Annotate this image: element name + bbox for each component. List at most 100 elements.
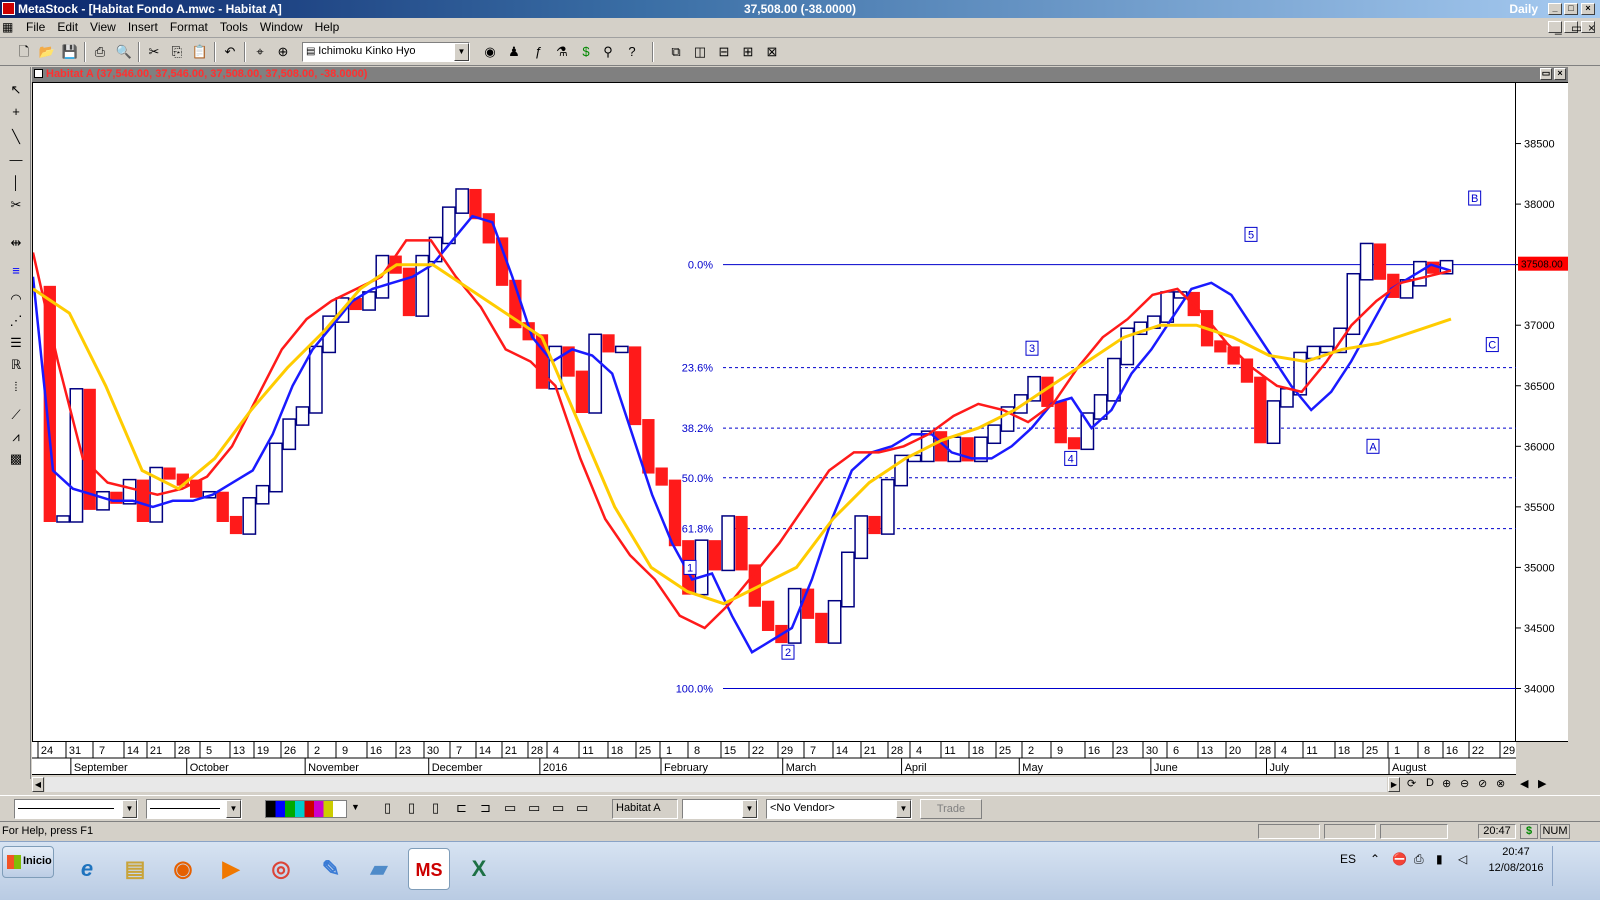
refresh-icon[interactable]: ⟳	[1407, 777, 1416, 790]
price-chart-area[interactable]: 0.0% 23.6% 38.2% 50.0% 61.8% 100.0% 1 2 3 4 5 A B C	[31, 82, 1517, 742]
horizontal-scrollbar[interactable]	[45, 777, 1387, 792]
expert-advisor-icon[interactable]: ♟	[504, 42, 524, 62]
formula-icon[interactable]: ƒ	[528, 42, 548, 62]
maximize-button[interactable]: □	[1564, 3, 1578, 15]
window-medium-icon[interactable]: ▭	[528, 800, 540, 816]
chart-restore-button[interactable]: ▭	[1540, 68, 1552, 80]
chart-close-button[interactable]: ×	[1554, 68, 1566, 80]
network-icon[interactable]: ▮	[1436, 852, 1443, 866]
gann-fan-icon[interactable]: ⩘	[5, 427, 27, 447]
periodicity-d-icon[interactable]: D	[1426, 777, 1434, 789]
tray-expand-icon[interactable]: ⌃	[1370, 852, 1380, 866]
arrange-icon[interactable]: ⊠	[762, 42, 782, 62]
regression-icon[interactable]: ℝ	[5, 355, 27, 375]
clock-time[interactable]: 20:47	[1490, 846, 1542, 858]
start-button[interactable]: Inicio	[2, 846, 54, 878]
cut-icon[interactable]: ✂	[144, 42, 164, 62]
help-pointer-icon[interactable]: ?	[622, 42, 642, 62]
parallel-lines-icon[interactable]: ⇹	[5, 233, 27, 253]
equal-lines-icon[interactable]: ≡	[5, 261, 27, 281]
scroll-forward-icon[interactable]: ▶	[1538, 777, 1546, 790]
menu-tools[interactable]: Tools	[214, 18, 254, 34]
metastock-icon[interactable]: MS	[408, 848, 450, 890]
crosshair-icon[interactable]: ⌖	[250, 42, 270, 62]
vendor-select[interactable]: <No Vendor> ▼	[766, 799, 912, 819]
chevron-down-icon[interactable]: ▼	[454, 43, 469, 61]
excel-icon[interactable]: X	[458, 848, 500, 890]
window-small-icon[interactable]: ▭	[504, 800, 516, 816]
menu-help[interactable]: Help	[309, 18, 346, 34]
binoculars-icon[interactable]: ⚲	[598, 42, 618, 62]
doc-minimize-button[interactable]: _	[1548, 21, 1562, 34]
zoom-out-icon[interactable]: ⊖	[1460, 777, 1469, 790]
color-palette[interactable]	[265, 800, 347, 818]
close-button[interactable]: ×	[1581, 3, 1595, 15]
chevron-down-icon[interactable]: ▼	[742, 800, 757, 818]
print-icon[interactable]: ⎙	[90, 42, 110, 62]
new-file-icon[interactable]: 🗋	[14, 42, 34, 62]
chevron-down-icon[interactable]: ▼	[351, 802, 360, 812]
pointer-icon[interactable]: ↖	[5, 80, 27, 100]
window-large-icon[interactable]: ▭	[552, 800, 564, 816]
zoom-reset-icon[interactable]: ⊘	[1478, 777, 1487, 790]
zoom-fit-icon[interactable]: ⊗	[1496, 777, 1505, 790]
open-folder-icon[interactable]: 📂	[37, 42, 57, 62]
date-axis[interactable]: 24 31 7 14 21 28 5 13 19 26 2 9 16 23 30 7 14 21 28 4 11 18 25…	[32, 742, 1516, 775]
fibonacci-icon[interactable]: ☰	[5, 333, 27, 353]
save-icon[interactable]: 💾	[60, 42, 80, 62]
security-icon[interactable]: ◉	[480, 42, 500, 62]
volume-icon[interactable]: ◁	[1458, 852, 1467, 866]
paint-icon[interactable]: ✎	[310, 848, 352, 890]
minimize-button[interactable]: _	[1548, 3, 1562, 15]
explorer-dollar-icon[interactable]: $	[576, 42, 596, 62]
menu-view[interactable]: View	[84, 18, 122, 34]
scroll-right-arrow[interactable]: ▶	[1388, 777, 1400, 792]
style-candle-icon[interactable]: ▯	[432, 800, 439, 816]
menu-format[interactable]: Format	[164, 18, 214, 34]
line-style-select[interactable]: ▼	[14, 799, 138, 819]
style-line-icon[interactable]: ▯	[408, 800, 415, 816]
time-zones-icon[interactable]: ⦙	[5, 377, 27, 397]
trendline-icon[interactable]: ╲	[5, 127, 27, 147]
system-tester-icon[interactable]: ⚗	[552, 42, 572, 62]
doc-restore-button[interactable]: ▭	[1564, 21, 1582, 34]
chevron-down-icon[interactable]: ▼	[896, 800, 911, 818]
style-bar-icon[interactable]: ▯	[384, 800, 391, 816]
scroll-left-arrow[interactable]: ◀	[32, 777, 44, 792]
tray-security-icon[interactable]: ⛔	[1392, 852, 1407, 866]
crosshair-tool-icon[interactable]: +	[5, 102, 27, 122]
language-indicator[interactable]: ES	[1340, 852, 1356, 866]
media-player-icon[interactable]: ▶	[210, 848, 252, 890]
align-right-icon[interactable]: ⊐	[480, 800, 491, 816]
tile-horizontal-icon[interactable]: ⊟	[714, 42, 734, 62]
chevron-down-icon[interactable]: ▼	[226, 800, 241, 818]
chevron-down-icon[interactable]: ▼	[122, 800, 137, 818]
clock-date[interactable]: 12/08/2016	[1484, 862, 1548, 874]
indicator-select[interactable]: ▤ Ichimoku Kinko Hyo ▼	[302, 42, 470, 62]
tile-grid-icon[interactable]: ⊞	[738, 42, 758, 62]
scroll-back-icon[interactable]: ◀	[1520, 777, 1528, 790]
zoom-in-icon[interactable]: ⊕	[1442, 777, 1451, 790]
document-icon[interactable]: ▦	[0, 18, 20, 36]
horizontal-line-icon[interactable]: —	[5, 150, 27, 170]
file-explorer-icon[interactable]: ▤	[114, 848, 156, 890]
chrome-icon[interactable]: ◎	[260, 848, 302, 890]
show-desktop-button[interactable]	[1552, 846, 1600, 886]
copy-icon[interactable]: ⎘	[167, 42, 187, 62]
align-left-icon[interactable]: ⊏	[456, 800, 467, 816]
fan-lines-icon[interactable]: ⋰	[5, 311, 27, 331]
tile-vertical-icon[interactable]: ◫	[690, 42, 710, 62]
notepad-icon[interactable]: ▰	[358, 848, 400, 890]
zoom-icon[interactable]: ⊕	[273, 42, 293, 62]
paste-icon[interactable]: 📋	[190, 42, 210, 62]
line-weight-select[interactable]: ▼	[146, 799, 242, 819]
print-preview-icon[interactable]: 🔍	[114, 42, 134, 62]
vertical-line-icon[interactable]: │	[5, 173, 27, 193]
trade-button[interactable]: Trade	[920, 799, 982, 819]
cascade-icon[interactable]: ⧉	[666, 42, 686, 62]
periodicity-select[interactable]: ▼	[682, 799, 758, 819]
tray-printer-icon[interactable]: ⎙	[1414, 852, 1424, 867]
internet-explorer-icon[interactable]: e	[66, 848, 108, 890]
menu-insert[interactable]: Insert	[122, 18, 164, 34]
speed-lines-icon[interactable]: ⟋	[5, 405, 27, 425]
